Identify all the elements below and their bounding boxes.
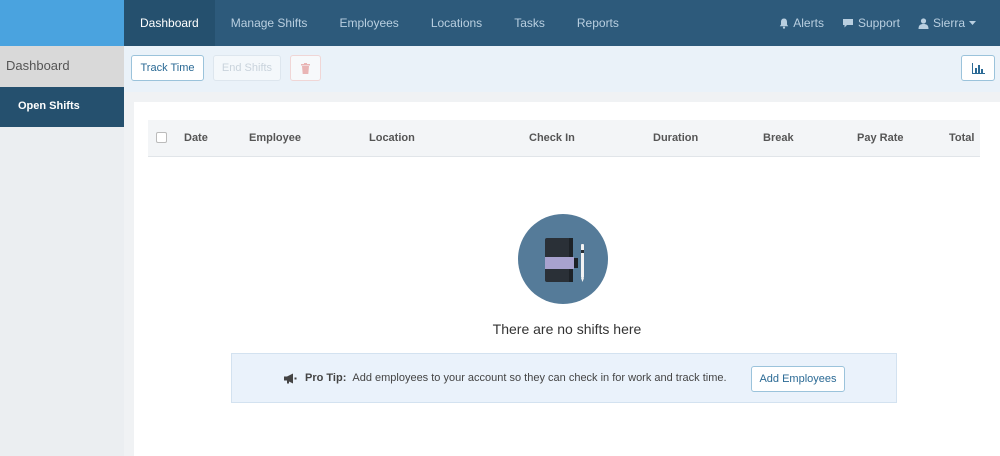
report-chart-button[interactable] [961,55,995,81]
empty-state-message: There are no shifts here [492,321,642,337]
nav-manage-shifts[interactable]: Manage Shifts [215,0,324,46]
toolbar: Track Time End Shifts [124,46,1000,92]
col-check-in[interactable]: Check In [529,132,575,144]
track-time-button[interactable]: Track Time [131,55,204,81]
nav-right: Alerts Support Sierra [770,0,1000,46]
pro-tip-label: Pro Tip: [305,372,347,384]
megaphone-icon [284,373,297,384]
col-duration[interactable]: Duration [653,132,698,144]
bell-icon [779,18,789,29]
nav-alerts[interactable]: Alerts [770,0,833,46]
top-nav: Dashboard Manage Shifts Employees Locati… [124,0,1000,46]
caret-down-icon [969,20,976,26]
shifts-panel: Date Employee Location Check In Duration… [134,102,1000,456]
add-employees-button[interactable]: Add Employees [751,366,845,392]
nav-user-menu[interactable]: Sierra [909,0,1000,46]
col-date[interactable]: Date [184,132,208,144]
delete-button[interactable] [290,55,321,81]
col-break[interactable]: Break [763,132,794,144]
col-location[interactable]: Location [369,132,415,144]
nav-tasks[interactable]: Tasks [498,0,561,46]
sidebar-item-open-shifts[interactable]: Open Shifts [0,87,124,127]
nav-support-label: Support [857,16,900,30]
nav-locations[interactable]: Locations [415,0,498,46]
select-all-checkbox[interactable] [156,132,167,143]
nav-employees[interactable]: Employees [323,0,414,46]
empty-state-notebook-icon [518,214,608,304]
comment-icon [842,18,854,29]
col-employee[interactable]: Employee [249,132,301,144]
sidebar-title: Dashboard [0,46,124,87]
col-total[interactable]: Total [949,132,974,144]
bar-chart-icon [971,62,985,74]
user-icon [918,17,929,29]
sidebar: Dashboard Open Shifts [0,46,124,456]
trash-icon [301,62,310,74]
table-header: Date Employee Location Check In Duration… [148,120,980,157]
end-shifts-button[interactable]: End Shifts [213,55,281,81]
nav-user-label: Sierra [932,16,965,30]
nav-support[interactable]: Support [833,0,909,46]
pro-tip-banner: Pro Tip: Add employees to your account s… [231,353,897,403]
pro-tip-text: Add employees to your account so they ca… [352,372,727,384]
nav-reports[interactable]: Reports [561,0,635,46]
col-pay-rate[interactable]: Pay Rate [857,132,903,144]
nav-dashboard[interactable]: Dashboard [124,0,215,46]
main-content: Date Employee Location Check In Duration… [124,92,1000,456]
brand-area [0,0,124,46]
nav-alerts-label: Alerts [793,16,824,30]
